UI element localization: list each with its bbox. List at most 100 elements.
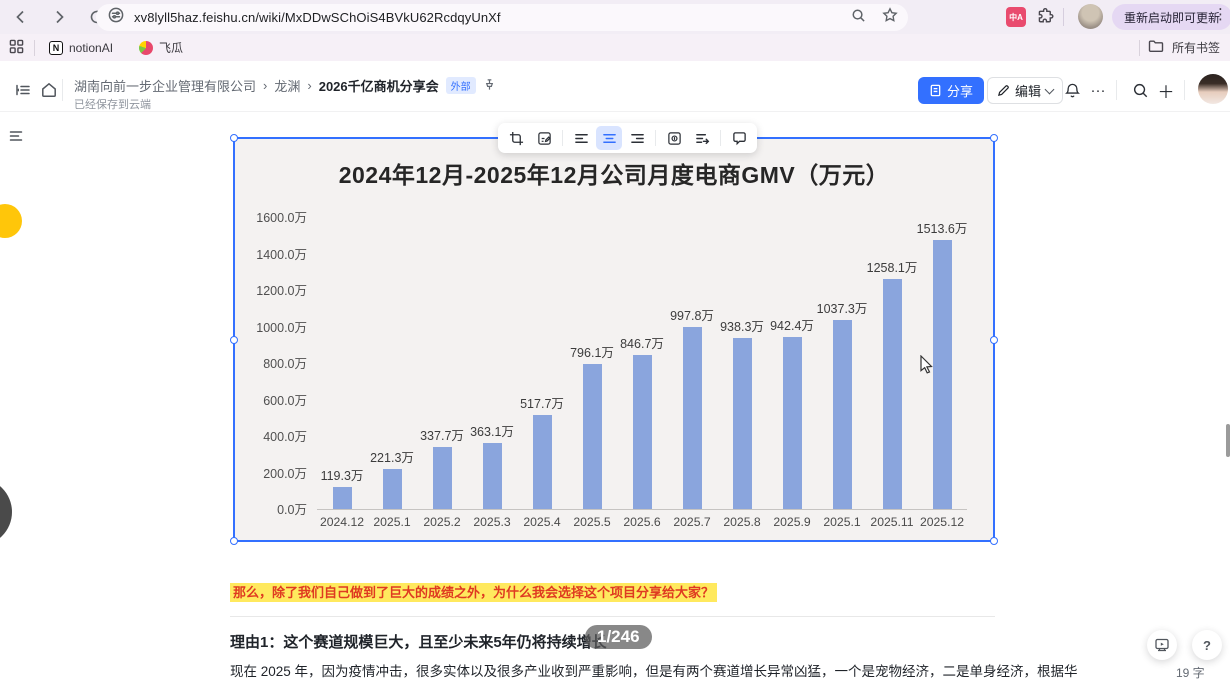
- header-divider: [1116, 80, 1117, 100]
- chart-bar-cell: 796.1万: [567, 218, 617, 509]
- bar-value-label: 1258.1万: [866, 261, 918, 276]
- bar-value-label: 942.4万: [770, 319, 814, 333]
- search-icon[interactable]: [1130, 80, 1150, 100]
- y-tick-label: 1000.0万: [256, 320, 307, 335]
- page-counter-badge: 1/246: [585, 625, 652, 649]
- home-icon[interactable]: [40, 81, 58, 99]
- mouse-cursor: [919, 354, 936, 379]
- bookmarks-bar: N notionAI 飞瓜 所有书签: [0, 34, 1230, 61]
- translate-extension-icon[interactable]: 中A: [1006, 7, 1026, 27]
- edit-label: 编辑: [1015, 84, 1042, 99]
- comment-icon[interactable]: [726, 126, 752, 150]
- create-new-icon[interactable]: ＋: [1156, 80, 1176, 102]
- chart-bar-cell: 337.7万: [417, 218, 467, 509]
- url-bar[interactable]: xv8lyll5haz.feishu.cn/wiki/MxDDwSChOiS4B…: [96, 4, 908, 31]
- breadcrumb-separator: ›: [263, 78, 268, 93]
- selection-handle[interactable]: [990, 134, 998, 142]
- toolbar-divider: [1063, 8, 1064, 26]
- selection-handle[interactable]: [990, 537, 998, 545]
- forward-icon[interactable]: [44, 2, 74, 32]
- browser-profile-avatar[interactable]: [1078, 4, 1103, 29]
- y-tick-label: 1200.0万: [256, 284, 307, 298]
- word-count: 19 字: [1176, 666, 1205, 680]
- highlighted-question[interactable]: 那么，除了我们自己做到了巨大的成绩之外，为什么我会选择这个项目分享给大家？: [230, 582, 718, 602]
- bar-value-label: 337.7万: [420, 429, 464, 444]
- pin-icon[interactable]: [483, 78, 496, 94]
- bar-value-label: 796.1万: [570, 345, 614, 360]
- bar-value-label: 1513.6万: [916, 222, 968, 236]
- bar-value-label: 363.1万: [470, 424, 514, 439]
- y-tick-label: 400.0万: [263, 430, 307, 444]
- doc-widget-button[interactable]: [1147, 630, 1177, 660]
- selection-handle[interactable]: [230, 134, 238, 142]
- url-text[interactable]: xv8lyll5haz.feishu.cn/wiki/MxDDwSChOiS4B…: [134, 10, 501, 25]
- wiki-tree-toggle-icon[interactable]: [14, 81, 32, 99]
- edit-button[interactable]: 编辑: [987, 77, 1064, 104]
- doc-outline-icon[interactable]: [8, 128, 24, 149]
- bar: [832, 319, 852, 509]
- help-button[interactable]: ?: [1192, 630, 1222, 660]
- align-center-icon[interactable]: [596, 126, 622, 150]
- reason-heading[interactable]: 理由1：这个赛道规模巨大，且至少未来5年仍将持续增长: [230, 631, 607, 652]
- crop-icon[interactable]: [503, 126, 529, 150]
- bar-value-label: 517.7万: [520, 396, 564, 411]
- align-left-icon[interactable]: [568, 126, 594, 150]
- toolbar-divider: [655, 130, 656, 146]
- x-tick-label: 2025.4: [523, 515, 561, 529]
- floating-bubble-yellow[interactable]: [0, 204, 22, 238]
- browser-menu-icon[interactable]: ⋮: [1213, 5, 1228, 23]
- extensions-icon[interactable]: [1036, 7, 1055, 31]
- align-right-icon[interactable]: [624, 126, 650, 150]
- bookmark-notionai[interactable]: N notionAI: [45, 38, 117, 58]
- bar-value-label: 938.3万: [720, 319, 764, 334]
- all-bookmarks-folder-icon[interactable]: [1148, 39, 1164, 56]
- chart-image[interactable]: 2024年12月-2025年12月公司月度电商GMV（万元） 0.0万 200.0…: [230, 134, 998, 545]
- bar: [582, 363, 602, 509]
- share-button[interactable]: 分享: [918, 77, 985, 104]
- x-tick-label: 2025.12: [919, 515, 965, 529]
- more-actions-icon[interactable]: ···: [1088, 80, 1108, 100]
- notifications-bell-icon[interactable]: [1062, 80, 1082, 100]
- breadcrumb: 湖南向前一步企业管理有限公司 › 龙渊 › 2026千亿商机分享会 外部: [74, 76, 496, 95]
- x-tick-label: 2025.5: [573, 515, 611, 529]
- bookmark-feigua[interactable]: 飞瓜: [135, 38, 187, 58]
- body-paragraph[interactable]: 现在 2025 年，因为疫情冲击，很多实体以及很多产业收到严重影响，但是有两个赛…: [230, 662, 1078, 680]
- x-tick-label: 2025.2: [423, 515, 461, 529]
- toolbar-divider: [720, 130, 721, 146]
- selection-handle[interactable]: [990, 336, 998, 344]
- rename-icon[interactable]: [531, 126, 557, 150]
- image-toolbar: [498, 123, 757, 153]
- share-label: 分享: [947, 84, 974, 99]
- floating-bubble-dark[interactable]: [0, 478, 12, 546]
- chart-bar-cell: 1037.3万: [817, 218, 867, 509]
- all-bookmarks-label[interactable]: 所有书签: [1172, 39, 1220, 56]
- site-settings-icon[interactable]: [108, 7, 124, 28]
- selection-handle[interactable]: [230, 336, 238, 344]
- save-status: 已经保存到云端: [74, 99, 151, 111]
- selection-handle[interactable]: [230, 537, 238, 545]
- breadcrumb-org[interactable]: 湖南向前一步企业管理有限公司: [74, 76, 256, 95]
- bar: [632, 354, 652, 509]
- breadcrumb-space[interactable]: 龙渊: [274, 76, 300, 95]
- bookmarks-divider: [34, 39, 35, 56]
- notion-icon: N: [49, 40, 63, 55]
- chart-bar-cell: 938.3万: [717, 218, 767, 509]
- chevron-down-icon: [1044, 84, 1055, 94]
- bar-value-label: 846.7万: [620, 336, 664, 351]
- y-tick-label: 1400.0万: [256, 247, 307, 262]
- scrollbar-thumb[interactable]: [1226, 424, 1230, 457]
- convert-icon[interactable]: [689, 126, 715, 150]
- breadcrumb-page-title[interactable]: 2026千亿商机分享会: [319, 76, 439, 95]
- chart-bar-cell: 363.1万: [467, 218, 517, 509]
- back-icon[interactable]: [6, 2, 36, 32]
- y-tick-label: 600.0万: [263, 393, 307, 408]
- apps-grid-icon[interactable]: [9, 39, 24, 57]
- bookmark-star-icon[interactable]: [882, 7, 898, 28]
- bar-value-label: 997.8万: [670, 308, 714, 323]
- chart-bar-cell: 517.7万: [517, 218, 567, 509]
- zoom-icon[interactable]: [851, 8, 866, 28]
- breadcrumb-separator: ›: [307, 78, 312, 93]
- copy-link-icon[interactable]: [661, 126, 687, 150]
- chart-bar-cell: 846.7万: [617, 218, 667, 509]
- user-avatar[interactable]: [1198, 74, 1228, 104]
